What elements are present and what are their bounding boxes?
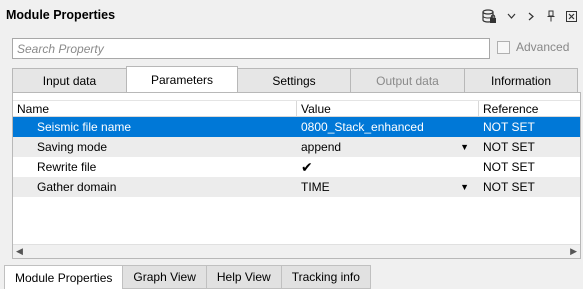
tab-information[interactable]: Information xyxy=(464,68,578,92)
dropdown-arrow-icon[interactable]: ▼ xyxy=(460,177,469,197)
scroll-right-icon[interactable]: ▶ xyxy=(570,246,577,257)
close-icon[interactable] xyxy=(565,8,577,24)
tab-bar: Input data Parameters Settings Output da… xyxy=(12,66,578,92)
property-name: Gather domain xyxy=(37,180,117,194)
checkmark-icon[interactable]: ✔ xyxy=(301,159,313,175)
dropdown-arrow-icon[interactable]: ▼ xyxy=(460,137,469,157)
advanced-label: Advanced xyxy=(516,40,570,54)
table-row[interactable]: Rewrite file ✔ NOT SET xyxy=(13,157,580,177)
tab-settings[interactable]: Settings xyxy=(237,68,351,92)
property-value: TIME xyxy=(301,180,330,194)
property-name: Saving mode xyxy=(37,140,108,154)
bottom-tab-help-view[interactable]: Help View xyxy=(205,265,282,289)
bottom-tab-tracking-info[interactable]: Tracking info xyxy=(280,265,371,289)
tab-input-data[interactable]: Input data xyxy=(12,68,127,92)
property-reference[interactable]: NOT SET xyxy=(479,117,579,137)
property-value[interactable]: 0800_Stack_enhanced xyxy=(297,117,479,137)
column-header-name[interactable]: Name xyxy=(13,101,297,116)
property-checkbox[interactable]: ✔ xyxy=(297,157,479,177)
advanced-checkbox[interactable] xyxy=(497,40,510,54)
chevron-down-icon[interactable] xyxy=(505,8,517,24)
bottom-tab-graph-view[interactable]: Graph View xyxy=(122,265,207,289)
scroll-left-icon[interactable]: ◀ xyxy=(16,246,23,257)
tab-parameters[interactable]: Parameters xyxy=(126,66,238,92)
search-input[interactable] xyxy=(13,39,489,58)
bottom-tab-bar: Module Properties Graph View Help View T… xyxy=(4,265,371,289)
property-name: Seismic file name xyxy=(37,120,132,134)
search-box[interactable] xyxy=(12,38,490,59)
table-row[interactable]: Seismic file name 0800_Stack_enhanced NO… xyxy=(13,117,580,137)
advanced-toggle[interactable]: Advanced xyxy=(497,40,569,54)
table-row[interactable]: Gather domain TIME ▼ NOT SET xyxy=(13,177,580,197)
pin-icon[interactable] xyxy=(545,8,557,24)
property-reference[interactable]: NOT SET xyxy=(479,137,579,157)
chevron-right-icon[interactable] xyxy=(525,8,537,24)
table-row[interactable]: Saving mode append ▼ NOT SET xyxy=(13,137,580,157)
tab-output-data: Output data xyxy=(350,68,465,92)
horizontal-scrollbar[interactable]: ◀ ▶ xyxy=(13,244,580,258)
window-title: Module Properties xyxy=(6,8,116,22)
bottom-tab-module-properties[interactable]: Module Properties xyxy=(4,265,124,289)
property-dropdown[interactable]: append ▼ xyxy=(297,137,479,157)
property-reference[interactable]: NOT SET xyxy=(479,157,579,177)
property-reference[interactable]: NOT SET xyxy=(479,177,579,197)
property-name: Rewrite file xyxy=(37,160,97,174)
title-bar: Module Properties xyxy=(0,0,583,32)
database-lock-icon[interactable] xyxy=(481,8,497,24)
property-value: append xyxy=(301,140,342,154)
column-header-reference[interactable]: Reference xyxy=(479,101,580,116)
property-table: Name Value Reference Seismic file name 0… xyxy=(13,100,580,197)
parameters-panel: Name Value Reference Seismic file name 0… xyxy=(12,92,581,259)
table-header: Name Value Reference xyxy=(13,100,580,117)
title-toolbar xyxy=(481,7,577,25)
property-dropdown[interactable]: TIME ▼ xyxy=(297,177,479,197)
column-header-value[interactable]: Value xyxy=(297,101,479,116)
